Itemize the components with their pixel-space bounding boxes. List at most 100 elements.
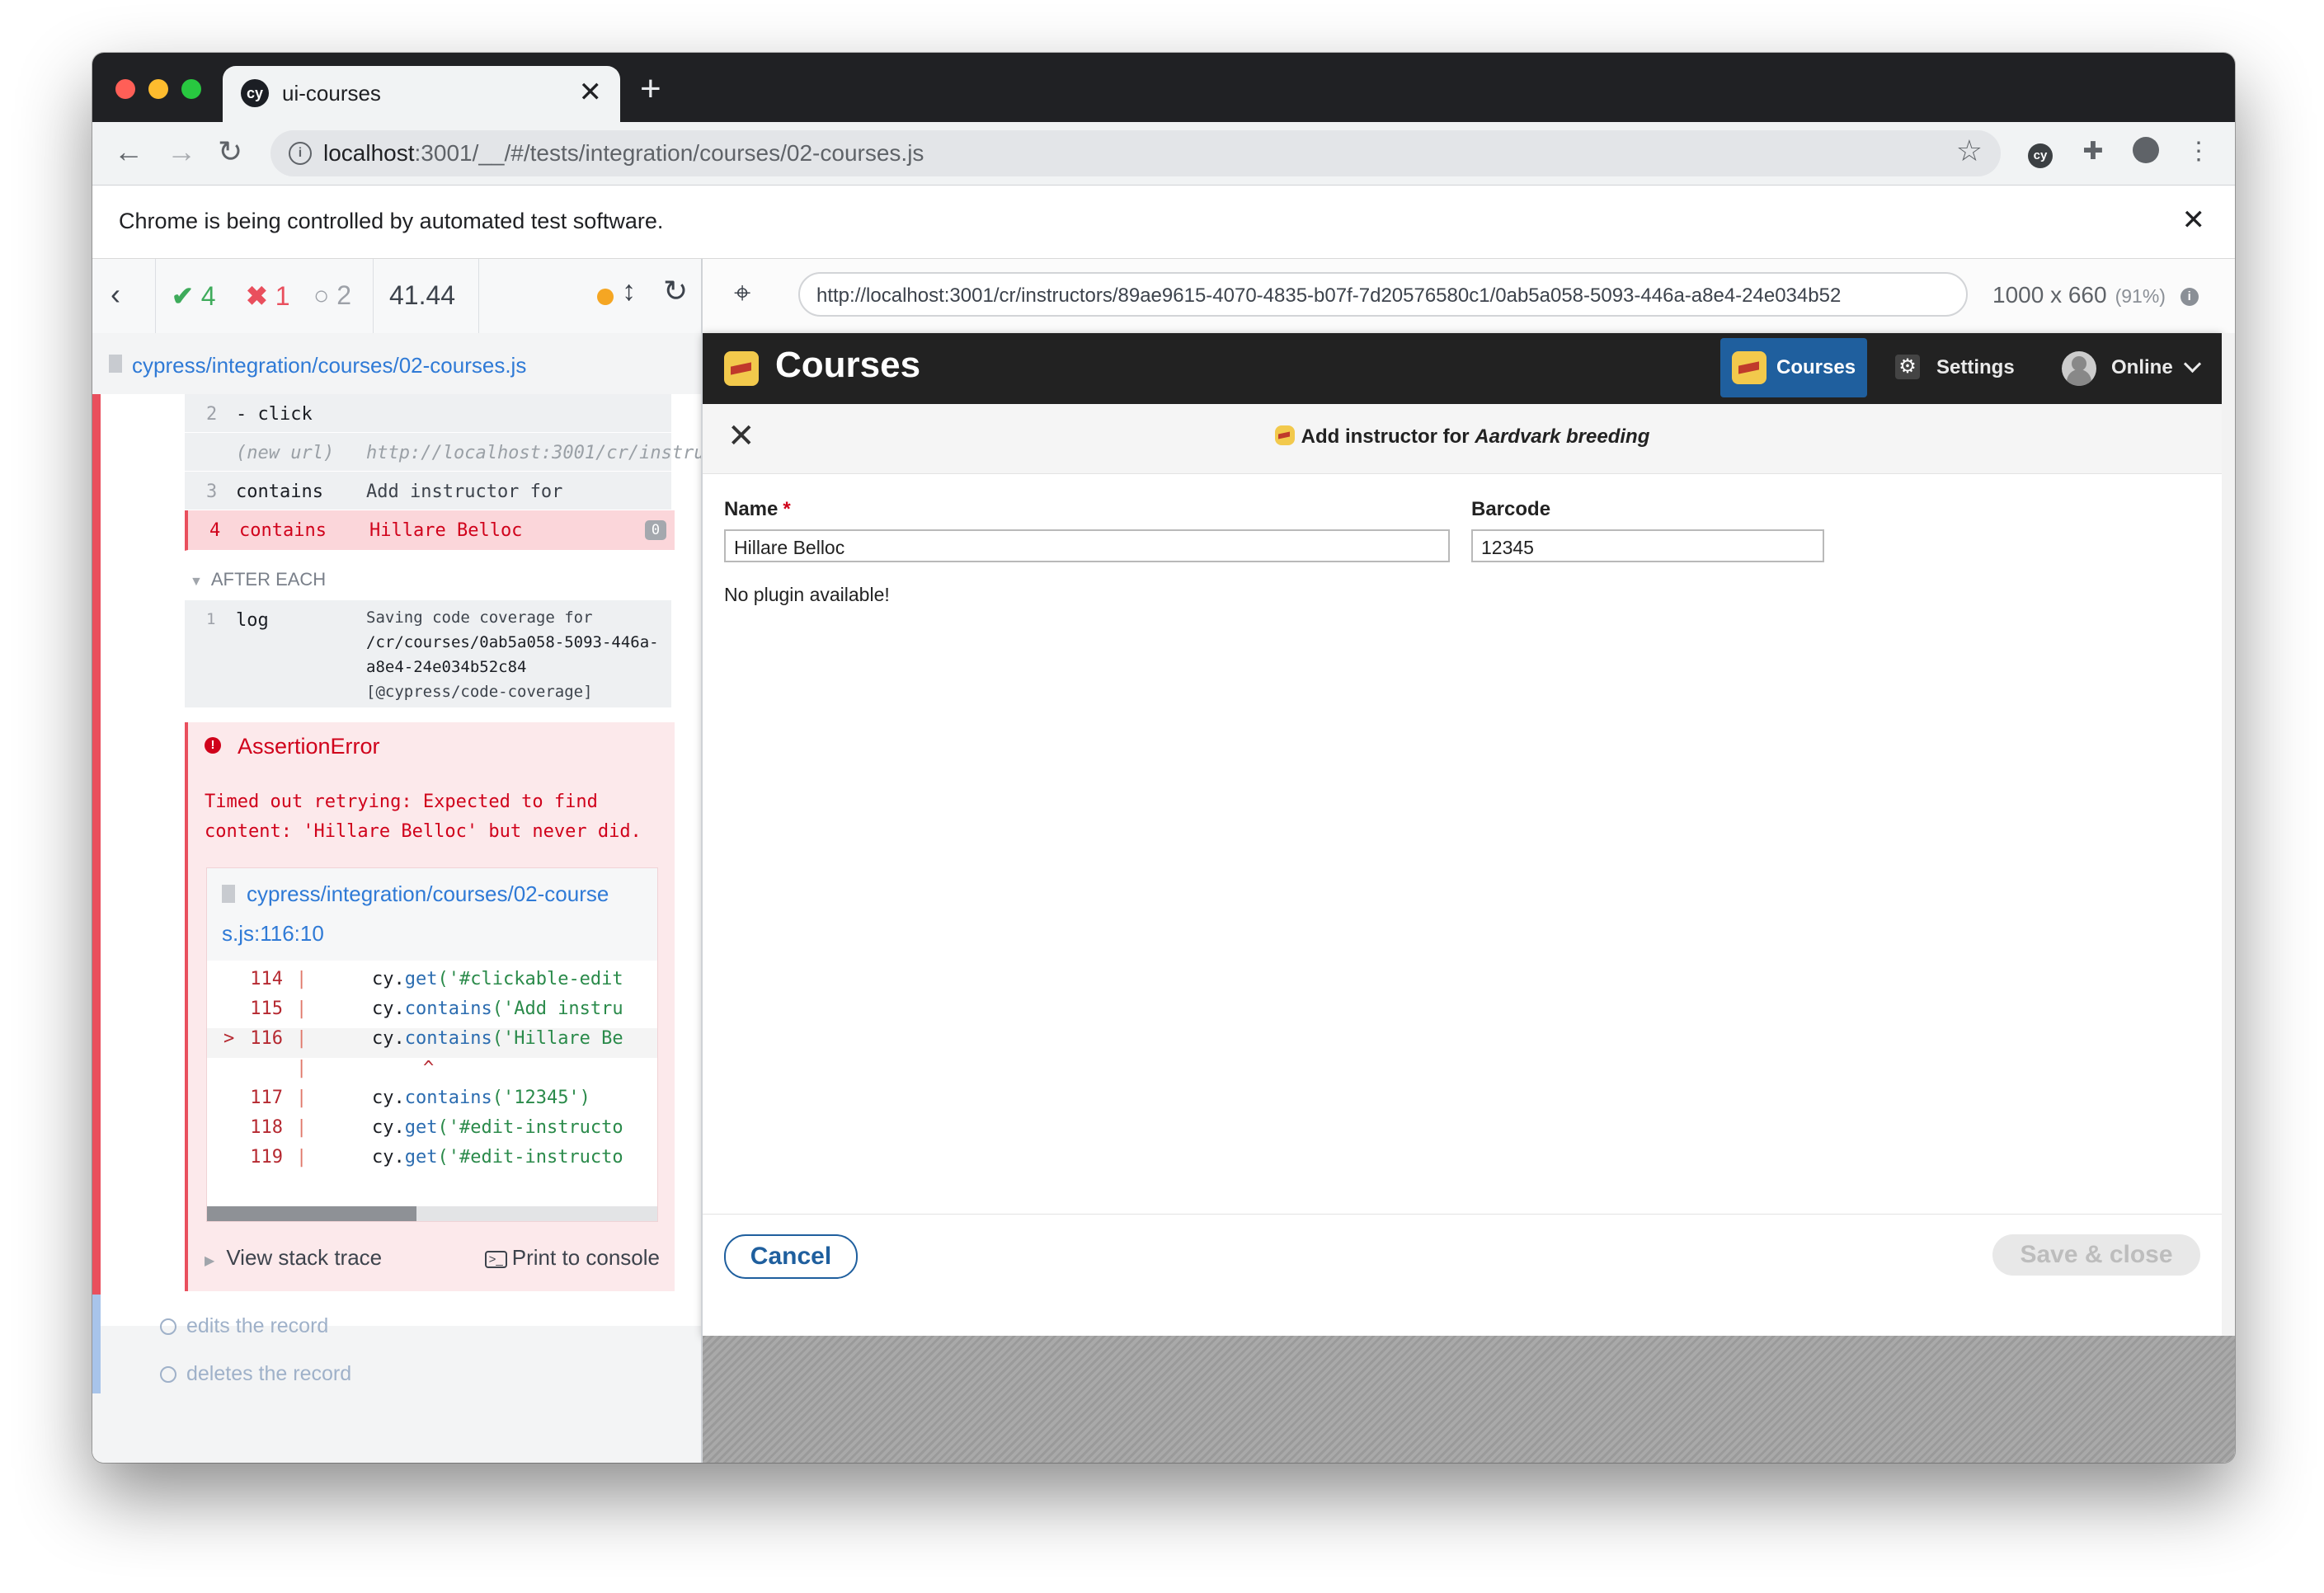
app-under-test-pane: ⌖ http://localhost:3001/cr/instructors/8…: [703, 259, 2235, 1463]
gear-icon: ⚙: [1895, 355, 1920, 379]
app-title: Courses: [775, 345, 921, 385]
address-url: localhost:3001/__/#/tests/integration/co…: [323, 140, 924, 166]
minimize-window-button[interactable]: [148, 79, 168, 99]
bookmark-star-icon[interactable]: ☆: [1956, 134, 1983, 168]
pending-count[interactable]: ○ 2: [313, 280, 351, 311]
duration: 41.44: [389, 280, 456, 310]
code-line: 115 | cy.contains('Add instru: [250, 999, 623, 1019]
nav-courses-label: Courses: [1776, 356, 1856, 378]
pane-resize-handle[interactable]: [701, 259, 703, 1463]
reload-icon[interactable]: ↻: [218, 134, 242, 170]
name-input[interactable]: Hillare Belloc: [724, 529, 1450, 562]
after-each-hook[interactable]: ▼ AFTER EACH: [190, 569, 326, 590]
running-status-dot: [597, 289, 614, 305]
dialog-header: ✕ Add instructor for Aardvark breeding: [703, 404, 2222, 474]
spec-file-header: cypress/integration/courses/02-courses.j…: [92, 333, 701, 395]
cypress-reporter: ‹ ✔ 4 ✖ 1 ○ 2 41.44 ↕ ↻ cypress/integrat: [92, 259, 716, 1463]
aut-url-field[interactable]: http://localhost:3001/cr/instructors/89a…: [798, 272, 1968, 317]
nav-courses-button[interactable]: Courses: [1720, 338, 1867, 397]
error-message-line: content: 'Hillare Belloc' but never did.: [205, 821, 642, 842]
automation-infobar: Chrome is being controlled by automated …: [92, 186, 2235, 259]
code-line: 114 | cy.get('#clickable-edit: [250, 969, 623, 989]
tab-close-icon[interactable]: ✕: [579, 76, 603, 109]
assertion-error-panel: ! AssertionError Timed out retrying: Exp…: [185, 722, 675, 1291]
dialog-title: Add instructor for Aardvark breeding: [703, 425, 2222, 449]
cypress-extension-icon[interactable]: cy: [2025, 137, 2055, 168]
courses-logo-icon: [724, 351, 759, 386]
failed-count[interactable]: ✖ 1: [246, 280, 290, 312]
command-row-new-url[interactable]: (new url) http://localhost:3001/cr/instr…: [185, 433, 716, 472]
code-line-caret: | ^: [296, 1058, 435, 1078]
browser-menu-icon[interactable]: ⋮: [2184, 137, 2213, 167]
code-line-highlighted: > 116 | cy.contains('Hillare Be: [207, 1028, 657, 1058]
barcode-input[interactable]: 12345: [1471, 529, 1824, 562]
info-icon[interactable]: i: [2180, 287, 2199, 306]
profile-avatar-icon[interactable]: [2131, 137, 2161, 167]
code-frame-scrollbar-track[interactable]: [207, 1206, 657, 1221]
barcode-label: Barcode: [1471, 498, 1551, 520]
browser-toolbar: ← → ↻ i localhost:3001/__/#/tests/integr…: [92, 122, 2235, 186]
rerun-icon[interactable]: ↻: [663, 274, 688, 308]
address-bar[interactable]: i localhost:3001/__/#/tests/integration/…: [271, 130, 2001, 176]
test-runnables: 2 - click (new url) http://localhost:300…: [92, 394, 716, 1393]
title-bar: cy ui-courses ✕ +: [92, 53, 2235, 122]
caret-down-icon: ▼: [190, 575, 203, 589]
specs-chevron-left-icon[interactable]: ‹: [111, 277, 120, 312]
print-to-console-button[interactable]: >_ Print to console: [484, 1245, 660, 1271]
spec-file-link[interactable]: cypress/integration/courses/02-courses.j…: [132, 353, 526, 378]
extensions-puzzle-icon[interactable]: ✚: [2078, 137, 2108, 167]
app-scrollbar[interactable]: [2222, 333, 2235, 1336]
new-tab-icon[interactable]: +: [640, 71, 661, 107]
caret-right-icon: ▶: [205, 1254, 215, 1268]
viewport-size: 1000 x 660 (91%) i: [1992, 282, 2199, 308]
code-frame-scrollbar-thumb[interactable]: [207, 1206, 416, 1221]
code-line: 117 | cy.contains('12345'): [250, 1088, 590, 1108]
error-file-link-line[interactable]: s.js:116:10: [222, 921, 324, 947]
error-title: AssertionError: [238, 734, 380, 759]
passed-count[interactable]: ✔ 4: [172, 280, 216, 312]
nav-settings-link[interactable]: Settings: [1936, 356, 2015, 379]
site-info-icon[interactable]: i: [289, 142, 312, 165]
reporter-stats-bar: ‹ ✔ 4 ✖ 1 ○ 2 41.44 ↕ ↻: [92, 259, 701, 334]
nav-online-menu[interactable]: Online: [2111, 355, 2202, 379]
error-file-link[interactable]: cypress/integration/courses/02-course: [247, 881, 609, 907]
auto-scroll-icon[interactable]: ↕: [622, 275, 636, 308]
file-icon: [222, 885, 235, 903]
pending-test[interactable]: deletes the record: [160, 1362, 351, 1386]
command-row[interactable]: 3 contains Add instructor for: [185, 472, 671, 510]
forward-icon[interactable]: →: [167, 134, 196, 170]
dialog-footer: Cancel Save & close: [703, 1214, 2222, 1335]
browser-tab[interactable]: cy ui-courses ✕: [223, 66, 620, 122]
pending-test[interactable]: edits the record: [160, 1314, 328, 1338]
selector-playground-icon[interactable]: ⌖: [734, 275, 750, 311]
back-icon[interactable]: ←: [114, 134, 143, 170]
check-icon: ✔: [172, 281, 194, 311]
courses-logo-icon: [1732, 351, 1767, 384]
pending-circle-icon: [160, 1318, 176, 1336]
browser-window: cy ui-courses ✕ + ← → ↻ i localhost:3001…: [92, 53, 2235, 1463]
code-line: 119 | cy.get('#edit-instructo: [250, 1147, 623, 1168]
command-row[interactable]: 2 - click: [185, 394, 671, 433]
close-window-button[interactable]: [115, 79, 135, 99]
aut-header: ⌖ http://localhost:3001/cr/instructors/8…: [703, 259, 2235, 334]
failed-suite-bar: [92, 394, 101, 1295]
infobar-close-icon[interactable]: ✕: [2182, 204, 2206, 237]
element-count-badge: 0: [645, 520, 666, 540]
user-avatar-icon[interactable]: [2062, 351, 2096, 386]
log-command-row[interactable]: 1 log Saving code coverage for /cr/cours…: [185, 600, 671, 708]
command-row-failed[interactable]: 4 contains Hillare Belloc 0: [185, 510, 675, 551]
code-frame: cypress/integration/courses/02-course s.…: [206, 867, 658, 1222]
cancel-button[interactable]: Cancel: [724, 1234, 858, 1279]
x-icon: ✖: [246, 281, 268, 311]
zoom-window-button[interactable]: [181, 79, 201, 99]
error-icon: !: [205, 737, 221, 754]
code-line: 118 | cy.get('#edit-instructo: [250, 1117, 623, 1138]
pending-suite-bar: [92, 1295, 101, 1393]
tab-title: ui-courses: [282, 81, 381, 106]
name-label: Name *: [724, 498, 791, 520]
view-stack-trace-toggle[interactable]: ▶ View stack trace: [205, 1245, 382, 1271]
no-plugin-message: No plugin available!: [724, 584, 890, 605]
viewport-overflow-area: [703, 1336, 2235, 1463]
save-close-button[interactable]: Save & close: [1992, 1234, 2200, 1276]
cypress-favicon-icon: cy: [241, 79, 269, 107]
